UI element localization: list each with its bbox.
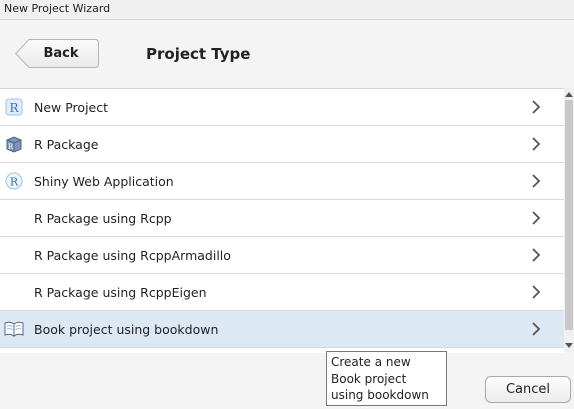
list-item-r-package-rcpp[interactable]: R Package using Rcpp [0,200,564,237]
book-icon [4,321,24,337]
r-project-icon: R [5,98,23,116]
list-item-r-package-rcppeigen[interactable]: R Package using RcppEigen [0,274,564,311]
chevron-right-icon [532,285,541,299]
list-item-r-package-rcpparmadillo[interactable]: R Package using RcppArmadillo [0,237,564,274]
list-item-label: R Package using RcppEigen [34,285,207,300]
chevron-right-icon [532,100,541,114]
list-scrollbar[interactable] [564,88,574,352]
svg-text:R: R [9,101,19,115]
chevron-right-icon [532,137,541,151]
list-item-bookdown[interactable]: Book project using bookdown [0,311,564,348]
svg-text:R: R [8,143,14,151]
tooltip: Create a new Book project using bookdown [326,351,447,406]
list-item-r-package[interactable]: R R Package [0,126,564,163]
scroll-up-arrow-icon[interactable] [565,91,573,97]
back-button[interactable]: Back [15,39,99,68]
chevron-right-icon [532,322,541,336]
page-title: Project Type [146,45,251,63]
window-title: New Project Wizard [4,2,111,15]
cancel-button[interactable]: Cancel [485,376,571,403]
list-item-shiny-web-application[interactable]: R Shiny Web Application [0,163,564,200]
list-item-label: Book project using bookdown [34,322,219,337]
chevron-right-icon [532,174,541,188]
scroll-down-arrow-icon[interactable] [565,343,573,349]
scrollbar-thumb[interactable] [565,100,573,330]
wizard-header: Back Project Type [0,21,574,88]
list-item-label: R Package [34,137,99,152]
list-item-label: R Package using RcppArmadillo [34,248,231,263]
shiny-icon: R [5,172,23,190]
back-button-label: Back [43,46,79,61]
r-package-icon: R [6,136,22,153]
list-item-label: R Package using Rcpp [34,211,172,226]
project-type-list: R New Project R R Package R Shiny Web Ap… [0,88,564,353]
chevron-right-icon [532,248,541,262]
list-item-label: Shiny Web Application [34,174,174,189]
svg-text:R: R [10,176,19,189]
list-item-new-project[interactable]: R New Project [0,89,564,126]
list-item-label: New Project [34,100,109,115]
chevron-right-icon [532,211,541,225]
window-titlebar: New Project Wizard [0,0,574,20]
